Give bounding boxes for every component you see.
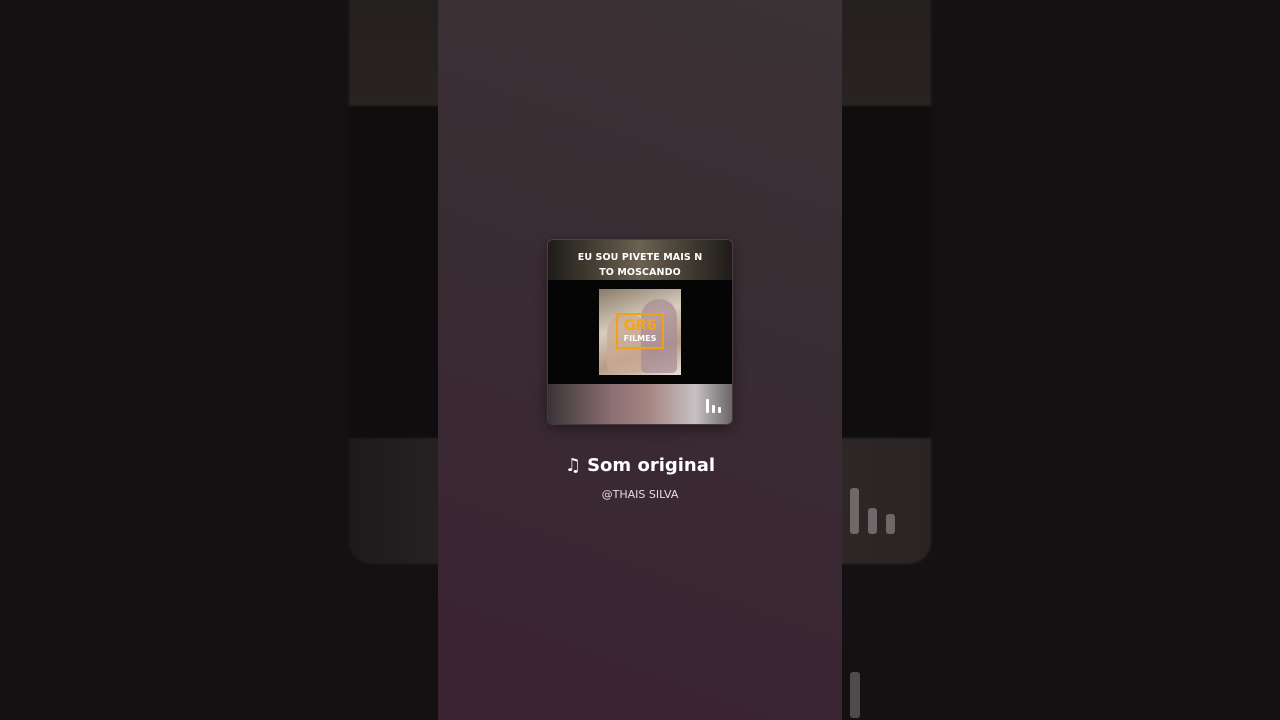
blurred-bar xyxy=(850,488,859,534)
equalizer-bar xyxy=(706,399,709,413)
watermark-logo: GR6 xyxy=(623,316,657,334)
cover-thumbnail: GR6 FILMES xyxy=(599,289,681,375)
equalizer-bar xyxy=(712,405,715,413)
blurred-equalizer-icon xyxy=(850,484,900,534)
sound-cover-art[interactable]: EU SOU PIVETE MAIS N TO MOSCANDO GR6 FIL… xyxy=(548,240,732,424)
watermark-logo-sub: FILMES xyxy=(623,334,657,343)
equalizer-icon xyxy=(706,399,722,413)
cover-caption-line-2: TO MOSCANDO xyxy=(599,267,681,278)
music-note-icon: ♫ xyxy=(564,455,582,476)
cover-caption: EU SOU PIVETE MAIS N TO MOSCANDO xyxy=(548,240,732,280)
equalizer-bar xyxy=(718,407,721,413)
blurred-bar xyxy=(868,508,877,534)
shorts-player-background: EU SOU PIVETE MAIS N TO MOSCANDO GR6 FIL… xyxy=(0,0,1280,720)
sound-title-text: Som original xyxy=(587,455,716,476)
sound-title[interactable]: ♫ Som original xyxy=(438,454,842,478)
cover-footer xyxy=(548,384,732,424)
blurred-fragment xyxy=(850,672,860,718)
cover-caption-line-1: EU SOU PIVETE MAIS N xyxy=(577,252,703,263)
sound-artist-link[interactable]: @THAIS SILVA xyxy=(438,488,842,502)
blurred-bar xyxy=(886,514,895,534)
